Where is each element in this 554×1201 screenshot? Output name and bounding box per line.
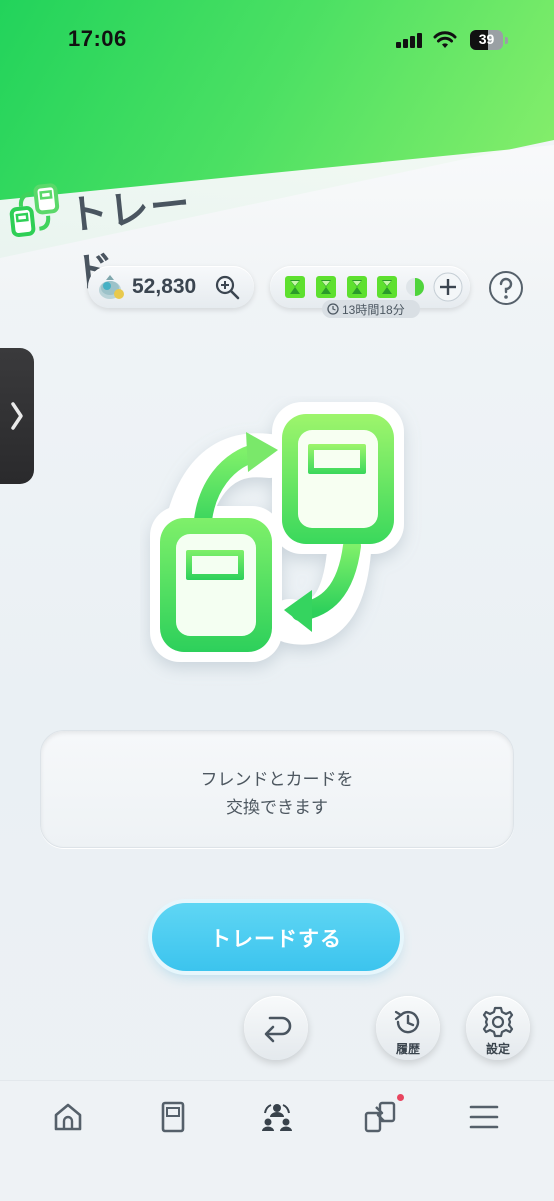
menu-icon <box>469 1105 499 1129</box>
trade-button-label: トレードする <box>210 928 342 951</box>
info-line-2: 交換できます <box>226 798 328 817</box>
hourglass-icon <box>347 276 367 298</box>
clock-icon <box>327 303 339 315</box>
recharging-icon <box>406 278 424 296</box>
battery-icon: 39 <box>470 30 508 50</box>
back-arrow-icon <box>264 1016 292 1043</box>
add-stamina-icon[interactable] <box>432 271 464 303</box>
nav-battle[interactable] <box>350 1094 410 1139</box>
info-message-box: フレンドとカードを 交換できます <box>40 730 514 848</box>
battery-level: 39 <box>478 31 495 47</box>
status-time: 17:06 <box>68 26 127 51</box>
home-icon <box>54 1103 82 1131</box>
trade-button[interactable]: トレードする <box>152 903 400 971</box>
social-icon <box>262 1104 292 1131</box>
nav-social[interactable] <box>247 1095 307 1139</box>
chevron-right-icon <box>11 402 23 430</box>
trade-icon <box>9 183 60 237</box>
settings-label: 設定 <box>485 1042 510 1056</box>
help-icon[interactable] <box>488 270 524 306</box>
coin-pouch-icon <box>99 275 124 299</box>
nav-home[interactable] <box>38 1095 98 1139</box>
nav-menu[interactable] <box>454 1095 514 1139</box>
battle-icon <box>364 1101 396 1133</box>
coin-counter: 52,830 <box>88 266 254 308</box>
card-binder-icon <box>161 1101 185 1133</box>
nav-cards[interactable] <box>143 1095 203 1139</box>
coin-value: 52,830 <box>132 275 197 298</box>
status-bar: 17:06 39 <box>0 0 554 80</box>
notification-dot <box>397 1094 404 1101</box>
info-line-1: フレンドとカードを <box>200 770 354 789</box>
trade-illustration-icon <box>150 402 404 662</box>
history-button[interactable]: 履歴 <box>376 996 440 1060</box>
back-button[interactable] <box>244 996 308 1060</box>
bottom-navigation <box>0 1080 554 1201</box>
wifi-icon <box>433 30 457 50</box>
hourglass-icon <box>316 276 336 298</box>
cellular-signal-icon <box>396 32 424 48</box>
history-label: 履歴 <box>395 1042 420 1056</box>
hourglass-icon <box>285 276 305 298</box>
history-icon <box>394 1010 420 1034</box>
timer-text: 13時間18分 <box>342 303 405 317</box>
settings-button[interactable]: 設定 <box>466 996 530 1060</box>
side-drawer-tab[interactable] <box>0 348 34 484</box>
hourglass-icon <box>377 276 397 298</box>
stamina-timer: 13時間18分 <box>322 300 420 318</box>
zoom-in-icon[interactable] <box>212 272 242 302</box>
gear-icon <box>482 1006 514 1038</box>
